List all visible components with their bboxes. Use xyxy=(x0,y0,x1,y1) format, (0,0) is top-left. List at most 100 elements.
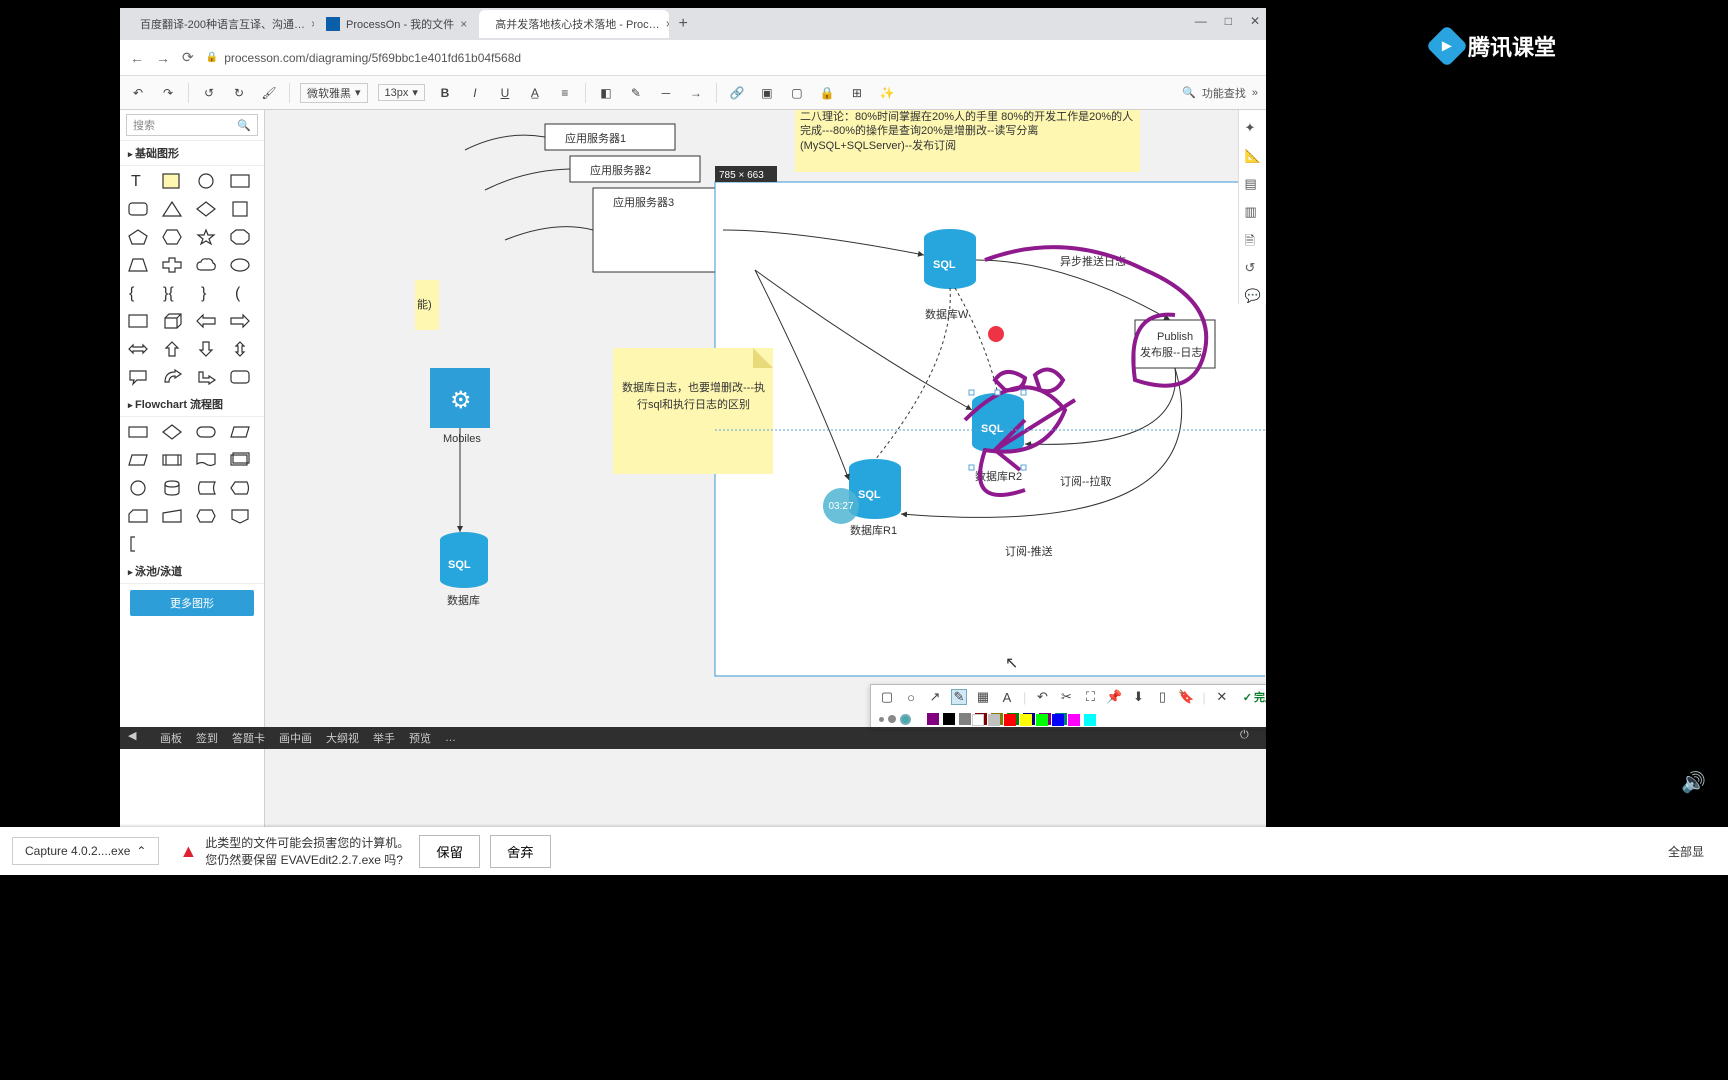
paren-shape[interactable]: ( xyxy=(226,282,254,304)
diamond-shape[interactable] xyxy=(192,198,220,220)
new-tab-button[interactable]: + xyxy=(671,15,695,33)
font-color-button[interactable]: A̲ xyxy=(525,83,545,103)
callout-shape[interactable] xyxy=(124,366,152,388)
swatch[interactable] xyxy=(1068,714,1080,726)
brush-small[interactable] xyxy=(879,717,884,722)
swatch[interactable] xyxy=(1004,714,1016,726)
vb-raisehand[interactable]: 举手 xyxy=(373,730,395,746)
forward-button[interactable]: → xyxy=(156,50,170,66)
done-button[interactable]: 完成 xyxy=(1243,689,1266,705)
cut-tool[interactable]: ✂ xyxy=(1058,689,1074,705)
note-shape[interactable] xyxy=(158,170,186,192)
pages-icon[interactable]: ▥ xyxy=(1245,204,1261,220)
swatch[interactable] xyxy=(972,714,984,726)
close-snip[interactable]: ✕ xyxy=(1214,689,1230,705)
layers-icon[interactable]: ▤ xyxy=(1245,176,1261,192)
mosaic-tool[interactable]: ▦ xyxy=(975,689,991,705)
swatch[interactable] xyxy=(1084,714,1096,726)
hexagon-shape[interactable] xyxy=(158,226,186,248)
multidoc-shape[interactable] xyxy=(226,449,254,471)
bookmark-tool[interactable]: 🔖 xyxy=(1178,689,1194,705)
search-features[interactable]: 功能查找 xyxy=(1202,85,1246,101)
vb-outline[interactable]: 大纲视 xyxy=(326,730,359,746)
vb-quiz[interactable]: 答题卡 xyxy=(232,730,265,746)
basic-shapes-header[interactable]: 基础图形 xyxy=(120,141,264,166)
toolbar-more[interactable]: » xyxy=(1252,87,1258,99)
bracket-open-shape[interactable] xyxy=(124,533,152,555)
close-window-button[interactable]: ✕ xyxy=(1250,14,1260,28)
shapes-search[interactable]: 搜索 🔍 xyxy=(126,114,258,136)
brush-large[interactable] xyxy=(900,714,911,725)
arrow-tool[interactable]: ↗ xyxy=(927,689,943,705)
square-shape[interactable] xyxy=(226,198,254,220)
rect-shape[interactable] xyxy=(226,170,254,192)
brace-right-shape[interactable]: }{ xyxy=(158,282,186,304)
cube-shape[interactable] xyxy=(158,310,186,332)
triangle-shape[interactable] xyxy=(158,198,186,220)
data-shape[interactable] xyxy=(124,449,152,471)
arrow-bi-shape[interactable] xyxy=(124,338,152,360)
arrow-button[interactable]: → xyxy=(686,83,706,103)
fill-button[interactable]: ◧ xyxy=(596,83,616,103)
swimlane-header[interactable]: 泳池/泳道 xyxy=(120,559,264,584)
discard-button[interactable]: 舍弃 xyxy=(490,835,551,868)
undo-tool[interactable]: ↶ xyxy=(1034,689,1050,705)
undo-icon[interactable]: ↺ xyxy=(199,83,219,103)
brush-med[interactable] xyxy=(888,715,896,723)
swatch[interactable] xyxy=(1020,714,1032,726)
u-arrow-shape[interactable] xyxy=(192,366,220,388)
line-color-button[interactable]: ✎ xyxy=(626,83,646,103)
arrow-down-shape[interactable] xyxy=(192,338,220,360)
redo-icon[interactable]: ↻ xyxy=(229,83,249,103)
back-button[interactable]: ← xyxy=(130,50,144,66)
star-shape[interactable] xyxy=(192,226,220,248)
rounded-rect-shape[interactable] xyxy=(124,198,152,220)
speaker-icon[interactable]: 🔊 xyxy=(1681,770,1706,795)
close-icon[interactable]: × xyxy=(311,17,314,31)
circle-shape[interactable] xyxy=(192,170,220,192)
database-shape[interactable] xyxy=(158,477,186,499)
swatch[interactable] xyxy=(1036,714,1048,726)
pentagon-shape[interactable] xyxy=(124,226,152,248)
decision-shape[interactable] xyxy=(158,421,186,443)
prev-button[interactable]: ◀ xyxy=(128,729,146,747)
page-icon[interactable]: 🗎 xyxy=(1245,232,1261,248)
octagon-shape[interactable] xyxy=(226,226,254,248)
offpage-shape[interactable] xyxy=(226,505,254,527)
rect-tool[interactable]: ▢ xyxy=(879,689,895,705)
vb-more[interactable]: … xyxy=(445,732,456,744)
minimize-button[interactable]: — xyxy=(1195,14,1207,28)
plus-shape[interactable] xyxy=(158,254,186,276)
undo-arrow-icon[interactable]: ↶ xyxy=(128,83,148,103)
back-icon[interactable]: ▢ xyxy=(787,83,807,103)
vb-signin[interactable]: 签到 xyxy=(196,730,218,746)
save-tool[interactable]: ⬇ xyxy=(1130,689,1146,705)
keep-button[interactable]: 保留 xyxy=(419,835,480,868)
terminator-shape[interactable] xyxy=(192,421,220,443)
prep-shape[interactable] xyxy=(192,505,220,527)
copy-tool[interactable]: ▯ xyxy=(1154,689,1170,705)
reload-button[interactable]: ⟳ xyxy=(182,49,194,66)
circle-tool[interactable]: ○ xyxy=(903,689,919,705)
subprocess-shape[interactable] xyxy=(158,449,186,471)
font-size-select[interactable]: 13px▾ xyxy=(378,84,425,101)
display-shape[interactable] xyxy=(226,477,254,499)
more-shapes-button[interactable]: 更多图形 xyxy=(130,590,254,616)
io-shape[interactable] xyxy=(226,421,254,443)
comment-icon[interactable]: 💬 xyxy=(1245,288,1261,304)
swatch[interactable] xyxy=(943,713,955,725)
swatch-purple[interactable] xyxy=(927,713,939,725)
redo-arrow-icon[interactable]: ↷ xyxy=(158,83,178,103)
front-icon[interactable]: ▣ xyxy=(757,83,777,103)
vb-preview[interactable]: 预览 xyxy=(409,730,431,746)
italic-button[interactable]: I xyxy=(465,83,485,103)
tab-diagram[interactable]: 高并发落地核心技术落地 - Proc… × xyxy=(479,10,669,38)
trapezoid-shape[interactable] xyxy=(124,254,152,276)
history-icon[interactable]: ↺ xyxy=(1245,260,1261,276)
curve-arrow-shape[interactable] xyxy=(158,366,186,388)
fullscreen-tool[interactable]: ⛶ xyxy=(1082,689,1098,705)
flowchart-header[interactable]: Flowchart 流程图 xyxy=(120,392,264,417)
show-all-button[interactable]: 全部显 xyxy=(1656,837,1716,866)
lock-icon[interactable]: 🔒 xyxy=(817,83,837,103)
url-field[interactable]: 🔒 processon.com/diagraming/5f69bbc1e401f… xyxy=(206,51,521,65)
